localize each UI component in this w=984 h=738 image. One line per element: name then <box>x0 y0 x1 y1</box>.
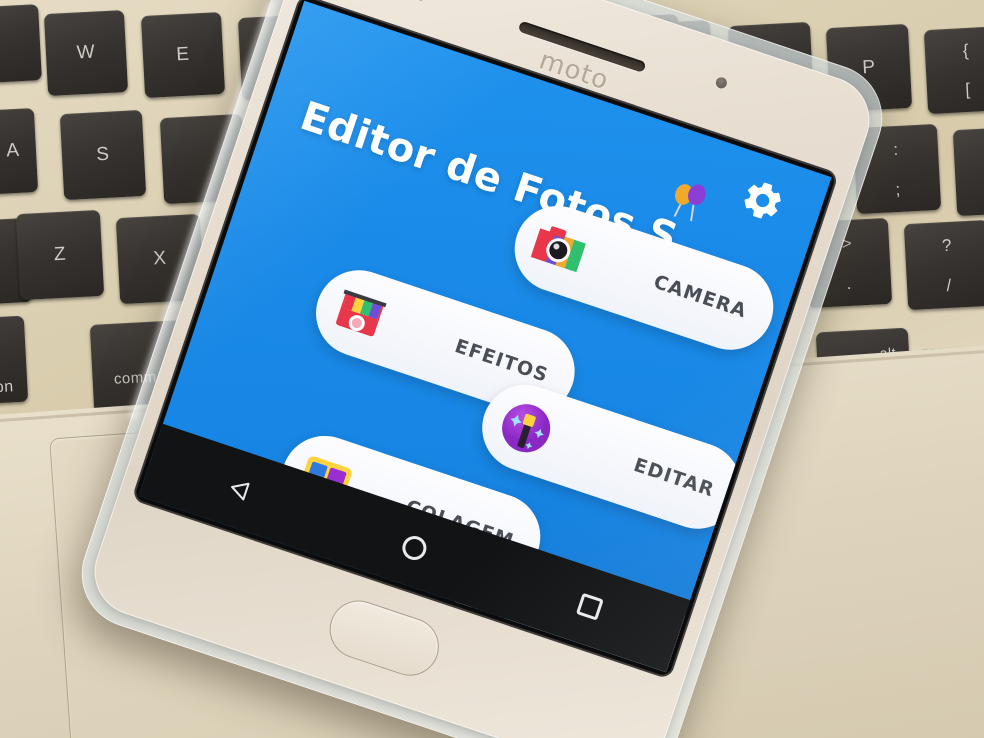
key-q[interactable] <box>0 4 42 84</box>
key-label-top: ? <box>941 235 953 256</box>
gear-icon[interactable] <box>735 173 791 229</box>
key-slash[interactable]: ? / <box>903 219 984 311</box>
nav-recents-button[interactable] <box>561 578 619 636</box>
key-label: W <box>76 41 96 64</box>
key-label: E <box>175 43 191 66</box>
key-label-bottom: . <box>845 273 853 294</box>
home-circle-icon <box>399 532 430 564</box>
key-label-top: : <box>892 139 900 159</box>
fingerprint-home-button[interactable] <box>321 592 447 684</box>
menu-item-label: EFEITOS <box>452 335 552 387</box>
photo-scene: W E R U I O P { [ A S K L : ; Z X < , > … <box>0 0 984 738</box>
recents-square-icon <box>576 592 605 621</box>
camera-icon <box>523 214 594 285</box>
key-s[interactable]: S <box>59 109 147 201</box>
key-a[interactable]: A <box>0 107 39 197</box>
key-w[interactable]: W <box>43 9 129 97</box>
key-label-bottom: ; <box>894 179 902 200</box>
nav-home-button[interactable] <box>385 519 443 577</box>
key-quote[interactable] <box>952 125 984 217</box>
ambient-light-sensor <box>714 75 729 90</box>
key-option-left[interactable]: alt option <box>0 315 29 407</box>
front-camera <box>409 0 434 3</box>
key-label: A <box>5 139 21 162</box>
key-z[interactable]: Z <box>15 209 105 301</box>
menu-item-label: EDITAR <box>630 454 718 502</box>
key-label-bottom: option <box>0 378 15 398</box>
key-label-bottom: / <box>945 275 953 296</box>
magic-wand-icon <box>491 393 562 464</box>
key-bracket-left[interactable]: { [ <box>923 25 984 115</box>
nav-back-button[interactable] <box>210 460 268 518</box>
effects-icon <box>325 278 396 349</box>
back-triangle-icon <box>230 482 250 501</box>
menu-item-label: CAMERA <box>650 270 750 323</box>
key-label: Z <box>53 243 67 266</box>
key-label: X <box>152 247 168 270</box>
key-e[interactable]: E <box>140 11 226 99</box>
key-label-bottom: [ <box>964 80 972 100</box>
key-label-top: { <box>962 41 970 61</box>
key-label: S <box>95 143 111 166</box>
